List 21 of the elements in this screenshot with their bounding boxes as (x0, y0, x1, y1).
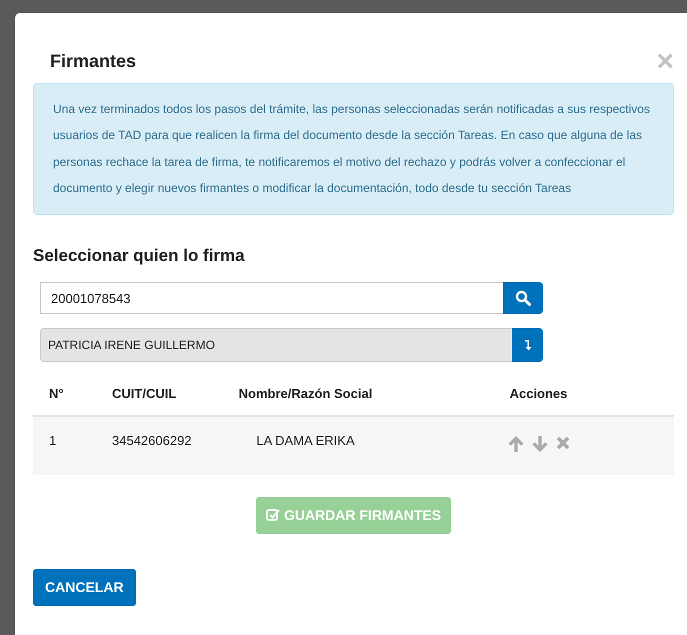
column-header: Nombre/Razón Social (238, 386, 372, 402)
column-header: CUIT/CUIL (112, 386, 176, 402)
down-arrow-icon (524, 339, 532, 352)
info-message: Una vez terminados todos los pasos del trámite, las personas seleccionadas serán notificadas a sus respectivos usuarios de TAD para que realicen la firma del documento desde la sección Tareas. En caso que alguna de las personas rechace la tarea de firma, te notificaremos el motivo del rechazo y podrás volver a confeccionar el documento y elegir nuevos firmantes o modificar la documentación, todo desde tu sección Tareas (33, 82, 674, 215)
table-cell: LA DAMA ERIKA (256, 432, 355, 448)
down-arrow-icon[interactable] (530, 434, 548, 453)
up-arrow-icon[interactable] (506, 434, 524, 453)
section-title: Seleccionar quien lo firma (33, 244, 246, 267)
column-header: N° (49, 386, 64, 402)
modal-title: Firmantes (50, 51, 136, 73)
checkbox-icon (266, 508, 280, 522)
cuit-input-field[interactable]: 20001078543 (40, 282, 503, 314)
search-button[interactable] (503, 282, 543, 314)
search-icon (515, 290, 531, 306)
table-cell: 34542606292 (112, 432, 192, 448)
person-select-field[interactable]: PATRICIA IRENE GUILLERMO (40, 328, 512, 362)
delete-icon[interactable] (554, 434, 570, 451)
table-cell: 1 (49, 432, 56, 448)
column-header: Acciones (510, 386, 568, 402)
add-button[interactable] (512, 328, 543, 362)
cancel-button[interactable]: CANCELAR (33, 568, 136, 606)
